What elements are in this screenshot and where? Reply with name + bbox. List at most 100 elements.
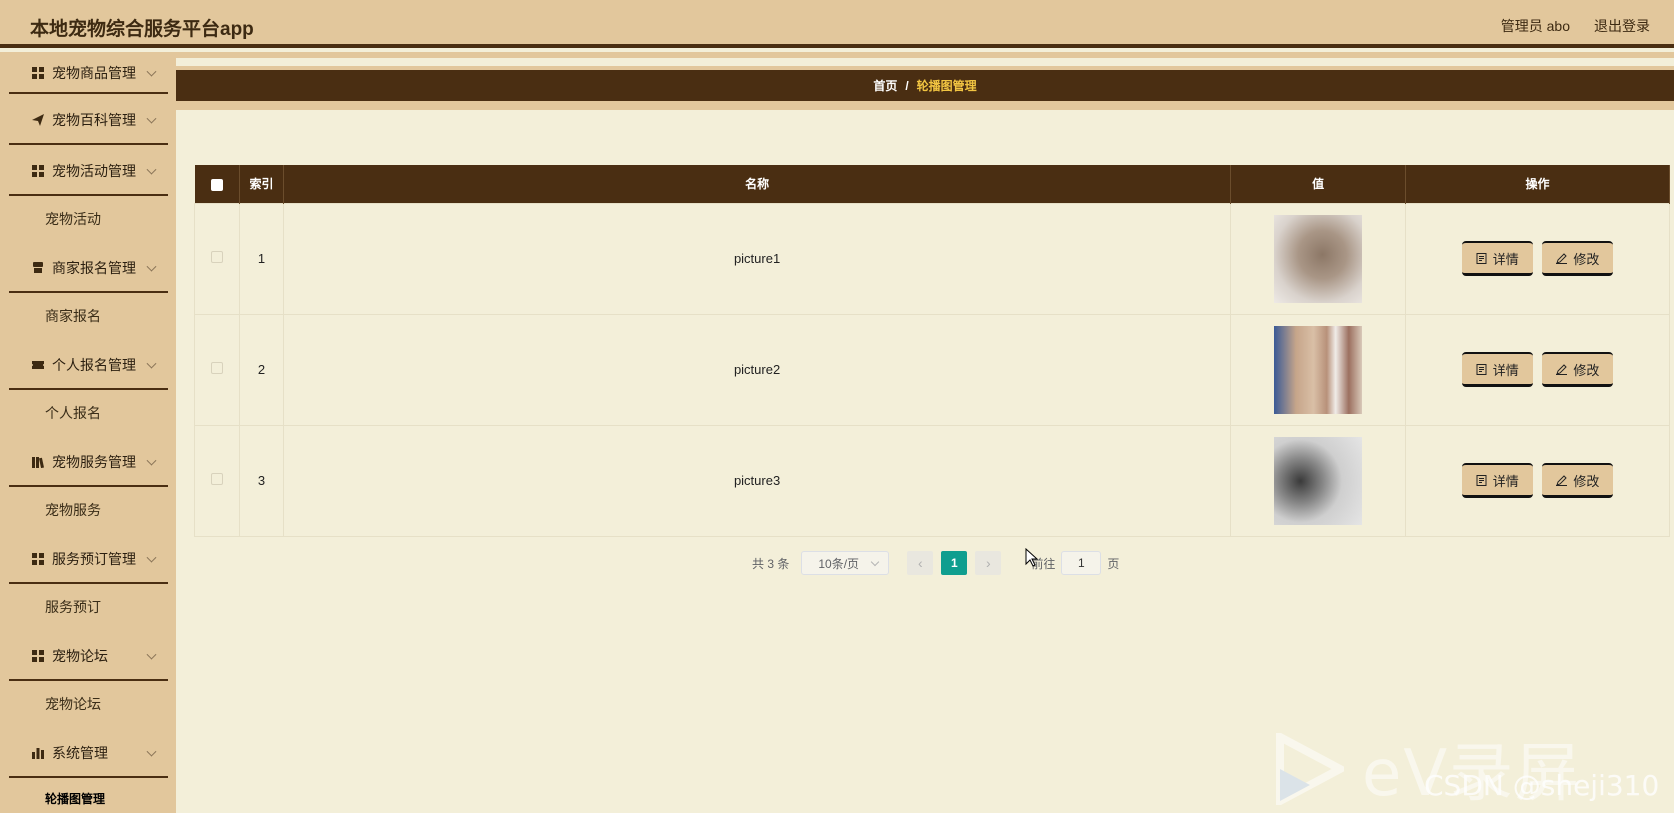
detail-button[interactable]: 详情 [1461, 352, 1533, 387]
chevron-down-icon [146, 746, 157, 757]
sidebar: 宠物商品管理 宠物百科管理 宠物活动管理 宠物活动 商家报名管理 商家报名 个人… [0, 52, 176, 813]
carousel-thumbnail[interactable] [1274, 325, 1363, 414]
breadcrumb-separator: / [905, 78, 909, 93]
prev-page-button[interactable]: ‹ [907, 551, 934, 575]
edit-button-label: 修改 [1573, 473, 1600, 489]
sidebar-item-pet-encyclopedia[interactable]: 宠物百科管理 [0, 94, 176, 145]
sidebar-item-merchant-signup[interactable]: 商家报名管理 [0, 242, 176, 293]
select-all-cell [194, 165, 240, 203]
carousel-thumbnail[interactable] [1274, 436, 1363, 525]
sidebar-item-label: 服务预订管理 [52, 550, 136, 567]
sidebar-subitem-personal-signup[interactable]: 个人报名 [0, 390, 176, 436]
sidebar-item-label: 商家报名管理 [52, 259, 136, 276]
row-index: 1 [238, 202, 284, 315]
page-size-select[interactable]: 10条/页 [801, 551, 890, 575]
row-actions: 详情 修改 [1405, 313, 1670, 426]
edit-button[interactable]: 修改 [1542, 241, 1614, 276]
row-name: picture3 [282, 424, 1232, 537]
pagination-total: 共 3 条 [752, 556, 790, 571]
sidebar-subitem-pet-activity[interactable]: 宠物活动 [0, 196, 176, 242]
document-icon [1476, 363, 1487, 375]
column-header-value: 值 [1230, 165, 1407, 203]
page-suffix-label: 页 [1107, 556, 1120, 571]
chevron-down-icon [146, 261, 157, 272]
table-header-row: 索引 名称 值 操作 [194, 165, 1670, 203]
chevron-down-icon [146, 455, 157, 466]
breadcrumb-current: 轮播图管理 [916, 79, 977, 93]
pagination: 共 3 条 10条/页 ‹ 1 › 前往 1 页 [752, 551, 1119, 575]
sidebar-subitem-service-booking[interactable]: 服务预订 [0, 584, 176, 630]
watermark-play-logo-icon [1276, 733, 1344, 805]
column-header-name: 名称 [283, 165, 1232, 203]
row-checkbox[interactable] [210, 473, 223, 485]
sidebar-item-label: 宠物商品管理 [52, 65, 136, 81]
breadcrumb-inner-line [176, 58, 1674, 66]
sidebar-subitem-pet-service[interactable]: 宠物服务 [0, 487, 176, 533]
detail-button-label: 详情 [1492, 362, 1519, 378]
carousel-thumbnail[interactable] [1274, 214, 1363, 303]
sidebar-item-pet-service[interactable]: 宠物服务管理 [0, 436, 176, 487]
books-icon [31, 455, 45, 469]
sidebar-item-personal-signup[interactable]: 个人报名管理 [0, 339, 176, 390]
chevron-down-icon [146, 552, 157, 563]
row-value-cell [1230, 313, 1407, 426]
watermark-csdn: CSDN @sheji310 [1424, 769, 1660, 802]
bar-chart-icon [31, 746, 45, 760]
grid-icon [31, 649, 45, 663]
detail-button-label: 详情 [1492, 473, 1519, 489]
sidebar-item-label: 宠物服务管理 [52, 453, 136, 470]
document-icon [1476, 252, 1487, 264]
edit-icon [1556, 363, 1568, 375]
table-row: 3 picture3 详情 修改 [194, 424, 1670, 537]
row-name: picture2 [282, 313, 1232, 426]
sidebar-item-system[interactable]: 系统管理 [0, 727, 176, 778]
edit-icon [1556, 474, 1568, 486]
grid-icon [31, 66, 45, 80]
sidebar-item-label: 宠物百科管理 [52, 111, 136, 128]
page-number-current[interactable]: 1 [941, 551, 968, 575]
sidebar-item-pet-goods[interactable]: 宠物商品管理 [0, 52, 176, 94]
app-title: 本地宠物综合服务平台app [30, 19, 254, 40]
sidebar-item-pet-forum[interactable]: 宠物论坛 [0, 630, 176, 681]
top-header: 本地宠物综合服务平台app 管理员 abo 退出登录 [0, 0, 1674, 48]
sidebar-subitem-pet-forum[interactable]: 宠物论坛 [0, 681, 176, 727]
chevron-down-icon [146, 113, 157, 124]
breadcrumb-home-link[interactable]: 首页 [873, 77, 897, 94]
sidebar-subitem-merchant-signup[interactable]: 商家报名 [0, 293, 176, 339]
select-all-checkbox[interactable] [210, 178, 223, 191]
ticket-icon [31, 358, 45, 372]
row-index: 2 [238, 313, 284, 426]
detail-button[interactable]: 详情 [1461, 241, 1533, 276]
row-value-cell [1230, 202, 1407, 315]
next-page-button[interactable]: › [975, 551, 1002, 575]
edit-button-label: 修改 [1573, 251, 1600, 267]
row-value-cell [1230, 424, 1407, 537]
edit-button[interactable]: 修改 [1542, 463, 1614, 498]
row-index: 3 [238, 424, 284, 537]
row-name: picture1 [282, 202, 1232, 315]
chevron-down-icon [146, 358, 157, 369]
grid-icon [31, 164, 45, 178]
logout-link[interactable]: 退出登录 [1594, 16, 1650, 36]
document-icon [1476, 474, 1487, 486]
goto-page-input[interactable]: 1 [1061, 551, 1102, 575]
row-actions: 详情 修改 [1405, 424, 1670, 537]
table-row: 1 picture1 详情 修改 [194, 202, 1670, 315]
edit-button-label: 修改 [1573, 362, 1600, 378]
edit-icon [1556, 252, 1568, 264]
row-checkbox[interactable] [210, 251, 223, 263]
row-actions: 详情 修改 [1405, 202, 1670, 315]
sidebar-subitem-carousel[interactable]: 轮播图管理 [0, 778, 176, 813]
row-checkbox-cell [194, 313, 240, 426]
edit-button[interactable]: 修改 [1542, 352, 1614, 387]
sidebar-item-label: 宠物活动管理 [52, 162, 136, 179]
carousel-table: 索引 名称 值 操作 1 picture1 详情 修改 2 picture2 详… [194, 165, 1670, 537]
sidebar-item-service-booking[interactable]: 服务预订管理 [0, 533, 176, 584]
current-user-label: 管理员 abo [1500, 18, 1570, 34]
send-icon [31, 113, 45, 127]
row-checkbox[interactable] [210, 362, 223, 374]
sidebar-item-pet-activity[interactable]: 宠物活动管理 [0, 145, 176, 196]
sidebar-item-label: 系统管理 [52, 744, 108, 761]
detail-button[interactable]: 详情 [1461, 463, 1533, 498]
chevron-down-icon [146, 66, 157, 77]
